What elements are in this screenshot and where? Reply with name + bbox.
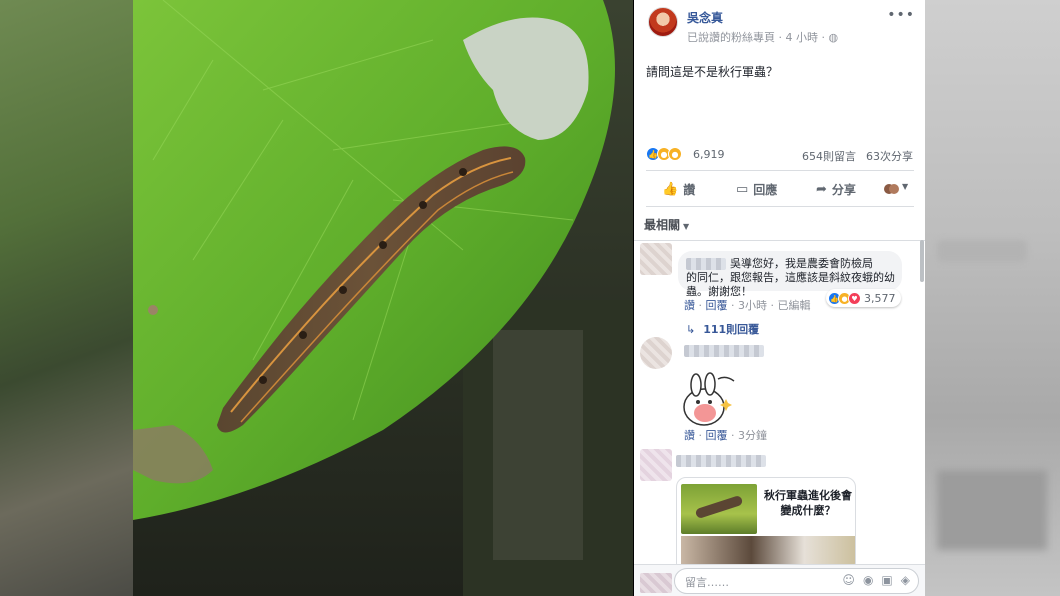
divider xyxy=(646,206,914,207)
post-stats: 👍 ● ● 6,919 654則留言 63次分享 xyxy=(646,146,916,164)
gif-icon[interactable]: ▣ xyxy=(881,573,892,587)
post-panel: 吳念真 已說讚的粉絲專頁 · 4 小時 · ◍ ••• 請問這是不是秋行軍蟲？ … xyxy=(634,0,925,596)
comment-button[interactable]: ▭ 回應 xyxy=(736,174,777,204)
comment-count[interactable]: 654則留言 xyxy=(802,148,856,164)
commenter-name-blurred[interactable] xyxy=(684,345,764,357)
comments-scrollbar[interactable] xyxy=(920,240,924,282)
link-preview-card[interactable]: 秋行軍蟲進化後會變成什麼？ xyxy=(676,477,856,573)
reply-arrow-icon: ↳ xyxy=(686,323,696,336)
comment-time[interactable]: 3小時 xyxy=(738,299,767,312)
share-button[interactable]: ➦ 分享 xyxy=(816,174,856,204)
comment-input[interactable]: 留言…… ☺ ◉ ▣ ◈ xyxy=(674,568,919,594)
comment-time[interactable]: 3分鐘 xyxy=(738,429,767,442)
comment-reactions[interactable]: 👍 ● ♥ 3,577 xyxy=(826,289,901,307)
divider xyxy=(646,170,914,171)
comment-text-line1: 吳導您好，我是農委會防檢局 xyxy=(730,257,873,270)
comment-reply-link[interactable]: 回覆 xyxy=(706,299,728,312)
commenter-name-blurred[interactable] xyxy=(686,258,726,270)
share-arrow-icon: ➦ xyxy=(816,181,827,197)
view-replies-label: 111則回覆 xyxy=(703,323,760,336)
audience-selector[interactable]: ▼ xyxy=(884,182,912,196)
love-reaction-icon: ♥ xyxy=(848,291,861,305)
reaction-icons[interactable]: 👍 ● ● xyxy=(646,147,690,163)
comment-button-label: 回應 xyxy=(753,182,778,197)
blurred-ghost xyxy=(937,470,1047,550)
more-horizontal-icon[interactable]: ••• xyxy=(887,7,915,23)
thumbs-up-icon: 👍 xyxy=(662,181,679,197)
audience-avatar-icon xyxy=(889,184,899,194)
camera-icon[interactable]: ◉ xyxy=(863,573,873,587)
commenter-avatar[interactable] xyxy=(640,243,672,275)
comment-actions: 讚 · 回覆 · 3分鐘 xyxy=(684,429,767,442)
commenter-avatar[interactable] xyxy=(640,449,672,481)
comment-icon: ▭ xyxy=(736,181,749,197)
card-title: 秋行軍蟲進化後會變成什麼？ xyxy=(764,489,852,517)
comment-actions: 讚 · 回覆 · 3小時 · 已編輯 xyxy=(684,299,811,312)
composer-icons: ☺ ◉ ▣ ◈ xyxy=(842,573,910,587)
author-avatar[interactable] xyxy=(648,7,678,37)
commenter-avatar[interactable] xyxy=(640,337,672,369)
globe-icon: ◍ xyxy=(828,31,839,44)
comment-sort-label: 最相關 xyxy=(644,218,681,232)
share-button-label: 分享 xyxy=(831,182,856,197)
post-meta: 已說讚的粉絲專頁 · 4 小時 · ◍ xyxy=(687,29,838,45)
caterpillar-leaf-image xyxy=(133,0,633,596)
author-name[interactable]: 吳念真 xyxy=(687,9,723,26)
share-count[interactable]: 63次分享 xyxy=(866,148,913,164)
comment-like-link[interactable]: 讚 xyxy=(684,429,695,442)
post-meta-text: 已說讚的粉絲專頁 · 4 小時 · xyxy=(687,31,829,44)
comments-list: 吳導您好，我是農委會防檢局 的同仁，跟您報告，這應該是斜紋夜蛾的幼蟲。謝謝您！ … xyxy=(634,240,925,573)
post-header: 吳念真 已說讚的粉絲專頁 · 4 小時 · ◍ ••• xyxy=(634,0,925,56)
blurred-backdrop-left xyxy=(0,0,133,596)
sticker-icon[interactable]: ◈ xyxy=(901,573,910,587)
like-button-label: 讚 xyxy=(683,182,696,197)
post-photo[interactable] xyxy=(133,0,633,596)
comment-composer: 留言…… ☺ ◉ ▣ ◈ xyxy=(634,564,925,596)
comment-input-placeholder: 留言…… xyxy=(685,576,729,589)
reaction-count[interactable]: 6,919 xyxy=(693,148,725,161)
view-replies-link[interactable]: ↳ 111則回覆 xyxy=(686,321,759,337)
caterpillar-thumbnail-shape xyxy=(694,494,744,520)
card-thumbnail xyxy=(681,484,757,534)
comment-bubble: 吳導您好，我是農委會防檢局 的同仁，跟您報告，這應該是斜紋夜蛾的幼蟲。謝謝您！ xyxy=(678,251,902,298)
chevron-down-icon: ▼ xyxy=(683,222,690,231)
post-actions: 👍 讚 ▭ 回應 ➦ 分享 ▼ xyxy=(634,174,925,204)
blurred-ghost xyxy=(937,240,1027,262)
comment-reply-link[interactable]: 回覆 xyxy=(706,429,728,442)
comment-like-link[interactable]: 讚 xyxy=(684,299,695,312)
blurred-backdrop-right xyxy=(925,0,1060,596)
like-button[interactable]: 👍 讚 xyxy=(662,174,695,204)
haha-reaction-icon: ● xyxy=(668,147,682,161)
post-text: 請問這是不是秋行軍蟲？ xyxy=(646,65,779,79)
comment-sort[interactable]: 最相關 ▼ xyxy=(644,216,689,233)
emoji-icon[interactable]: ☺ xyxy=(842,573,855,587)
chevron-down-icon: ▼ xyxy=(902,182,909,191)
good-bunny-sticker xyxy=(678,371,738,431)
comment-edited: 已編輯 xyxy=(777,299,811,312)
comment-reaction-count: 3,577 xyxy=(864,291,896,305)
bunny-sticker-drawing xyxy=(683,372,735,426)
commenter-name-blurred[interactable] xyxy=(676,455,766,467)
my-avatar xyxy=(640,573,672,593)
